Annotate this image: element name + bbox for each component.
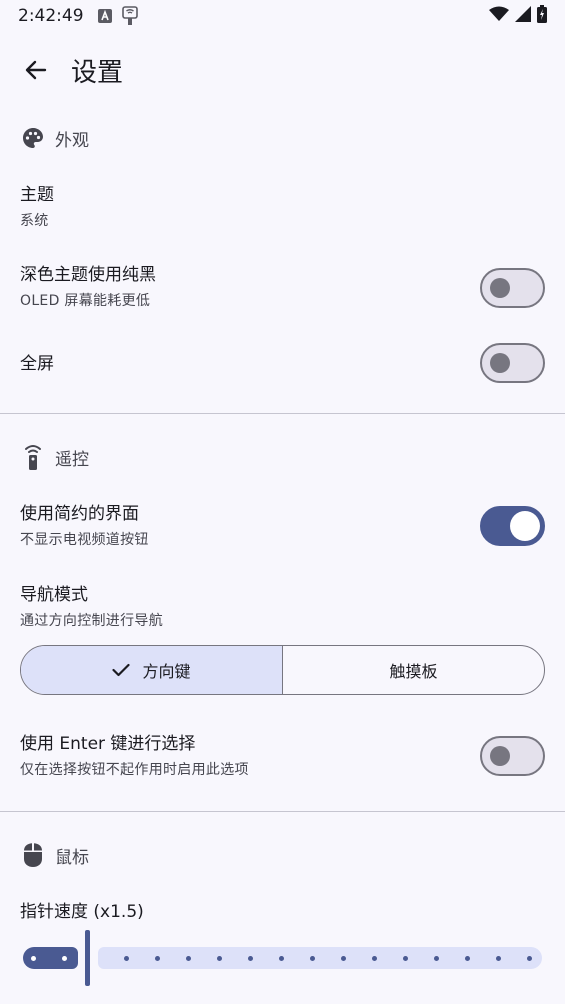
slider-inactive-track (98, 947, 542, 969)
slider-tick (248, 956, 253, 961)
setting-subtitle: 不显示电视频道按钮 (20, 532, 149, 548)
slider-tick (465, 956, 470, 961)
check-icon (112, 663, 131, 677)
setting-subtitle: 通过方向控制进行导航 (20, 613, 163, 629)
setting-subtitle: 仅在选择按钮不起作用时启用此选项 (20, 762, 249, 778)
pointer-speed-slider[interactable] (20, 930, 545, 988)
switch-knob (490, 353, 510, 373)
arrow-back-icon (24, 58, 48, 86)
slider-tick (527, 956, 532, 961)
notification-a-icon (97, 9, 112, 23)
slider-tick (341, 956, 346, 961)
theme-setting[interactable]: 主题 系统 (20, 184, 545, 231)
status-time: 2:42:49 (18, 6, 84, 26)
segment-label: 方向键 (142, 662, 191, 681)
mouse-icon (20, 842, 46, 868)
section-label: 遥控 (55, 449, 89, 470)
setting-subtitle: OLED 屏幕能耗更低 (20, 293, 151, 309)
slider-tick (279, 956, 284, 961)
switch-knob (510, 511, 540, 541)
slider-tick (124, 956, 129, 961)
slider-tick (434, 956, 439, 961)
setting-title: 导航模式 (20, 585, 88, 605)
slider-tick (372, 956, 377, 961)
section-header-mouse: 鼠标 (20, 842, 89, 868)
section-header-remote: 遥控 (20, 444, 89, 470)
slider-tick (62, 956, 67, 961)
fullscreen-switch[interactable] (480, 343, 545, 383)
enter-select-setting[interactable]: 使用 Enter 键进行选择 仅在选择按钮不起作用时启用此选项 (20, 733, 545, 780)
switch-knob (490, 278, 510, 298)
setting-title: 深色主题使用纯黑 (20, 265, 156, 285)
enter-select-switch[interactable] (480, 736, 545, 776)
palette-icon (20, 125, 46, 151)
cellular-signal-icon (515, 5, 531, 27)
slider-tick (31, 956, 36, 961)
nav-mode-option-touchpad[interactable]: 触摸板 (283, 646, 544, 694)
section-label: 鼠标 (55, 847, 89, 868)
simple-ui-switch[interactable] (480, 506, 545, 546)
section-divider (0, 811, 565, 812)
slider-tick (217, 956, 222, 961)
simple-ui-setting[interactable]: 使用简约的界面 不显示电视频道按钮 (20, 503, 545, 550)
slider-tick (310, 956, 315, 961)
setting-title: 全屏 (20, 354, 54, 374)
nav-mode-setting: 导航模式 通过方向控制进行导航 (20, 584, 545, 631)
wifi-icon (489, 6, 509, 27)
setting-title: 使用 Enter 键进行选择 (20, 734, 196, 754)
setting-title: 指针速度 (x1.5) (20, 902, 144, 922)
section-label: 外观 (55, 130, 89, 151)
switch-knob (490, 746, 510, 766)
nav-mode-segmented-control: 方向键 触摸板 (20, 645, 545, 695)
nav-mode-option-dpad[interactable]: 方向键 (21, 646, 283, 694)
status-bar: 2:42:49 (0, 0, 565, 32)
section-divider (0, 413, 565, 414)
slider-tick (403, 956, 408, 961)
slider-tick (186, 956, 191, 961)
battery-charging-icon (537, 4, 547, 28)
pointer-speed-setting: 指针速度 (x1.5) (20, 901, 545, 923)
slider-thumb[interactable] (85, 930, 90, 986)
pure-black-setting[interactable]: 深色主题使用纯黑 OLED 屏幕能耗更低 (20, 264, 545, 311)
setting-value: 系统 (20, 213, 49, 229)
remote-control-icon (20, 444, 46, 470)
setting-title: 使用简约的界面 (20, 504, 139, 524)
slider-tick (496, 956, 501, 961)
segment-label: 触摸板 (389, 662, 438, 681)
page-title: 设置 (71, 58, 124, 88)
pure-black-switch[interactable] (480, 268, 545, 308)
section-header-appearance: 外观 (20, 125, 89, 151)
back-button[interactable] (18, 54, 54, 90)
remote-notification-icon (121, 6, 138, 26)
slider-tick (155, 956, 160, 961)
fullscreen-setting[interactable]: 全屏 (20, 353, 545, 375)
setting-title: 主题 (20, 185, 54, 205)
app-bar: 设置 (0, 40, 565, 104)
